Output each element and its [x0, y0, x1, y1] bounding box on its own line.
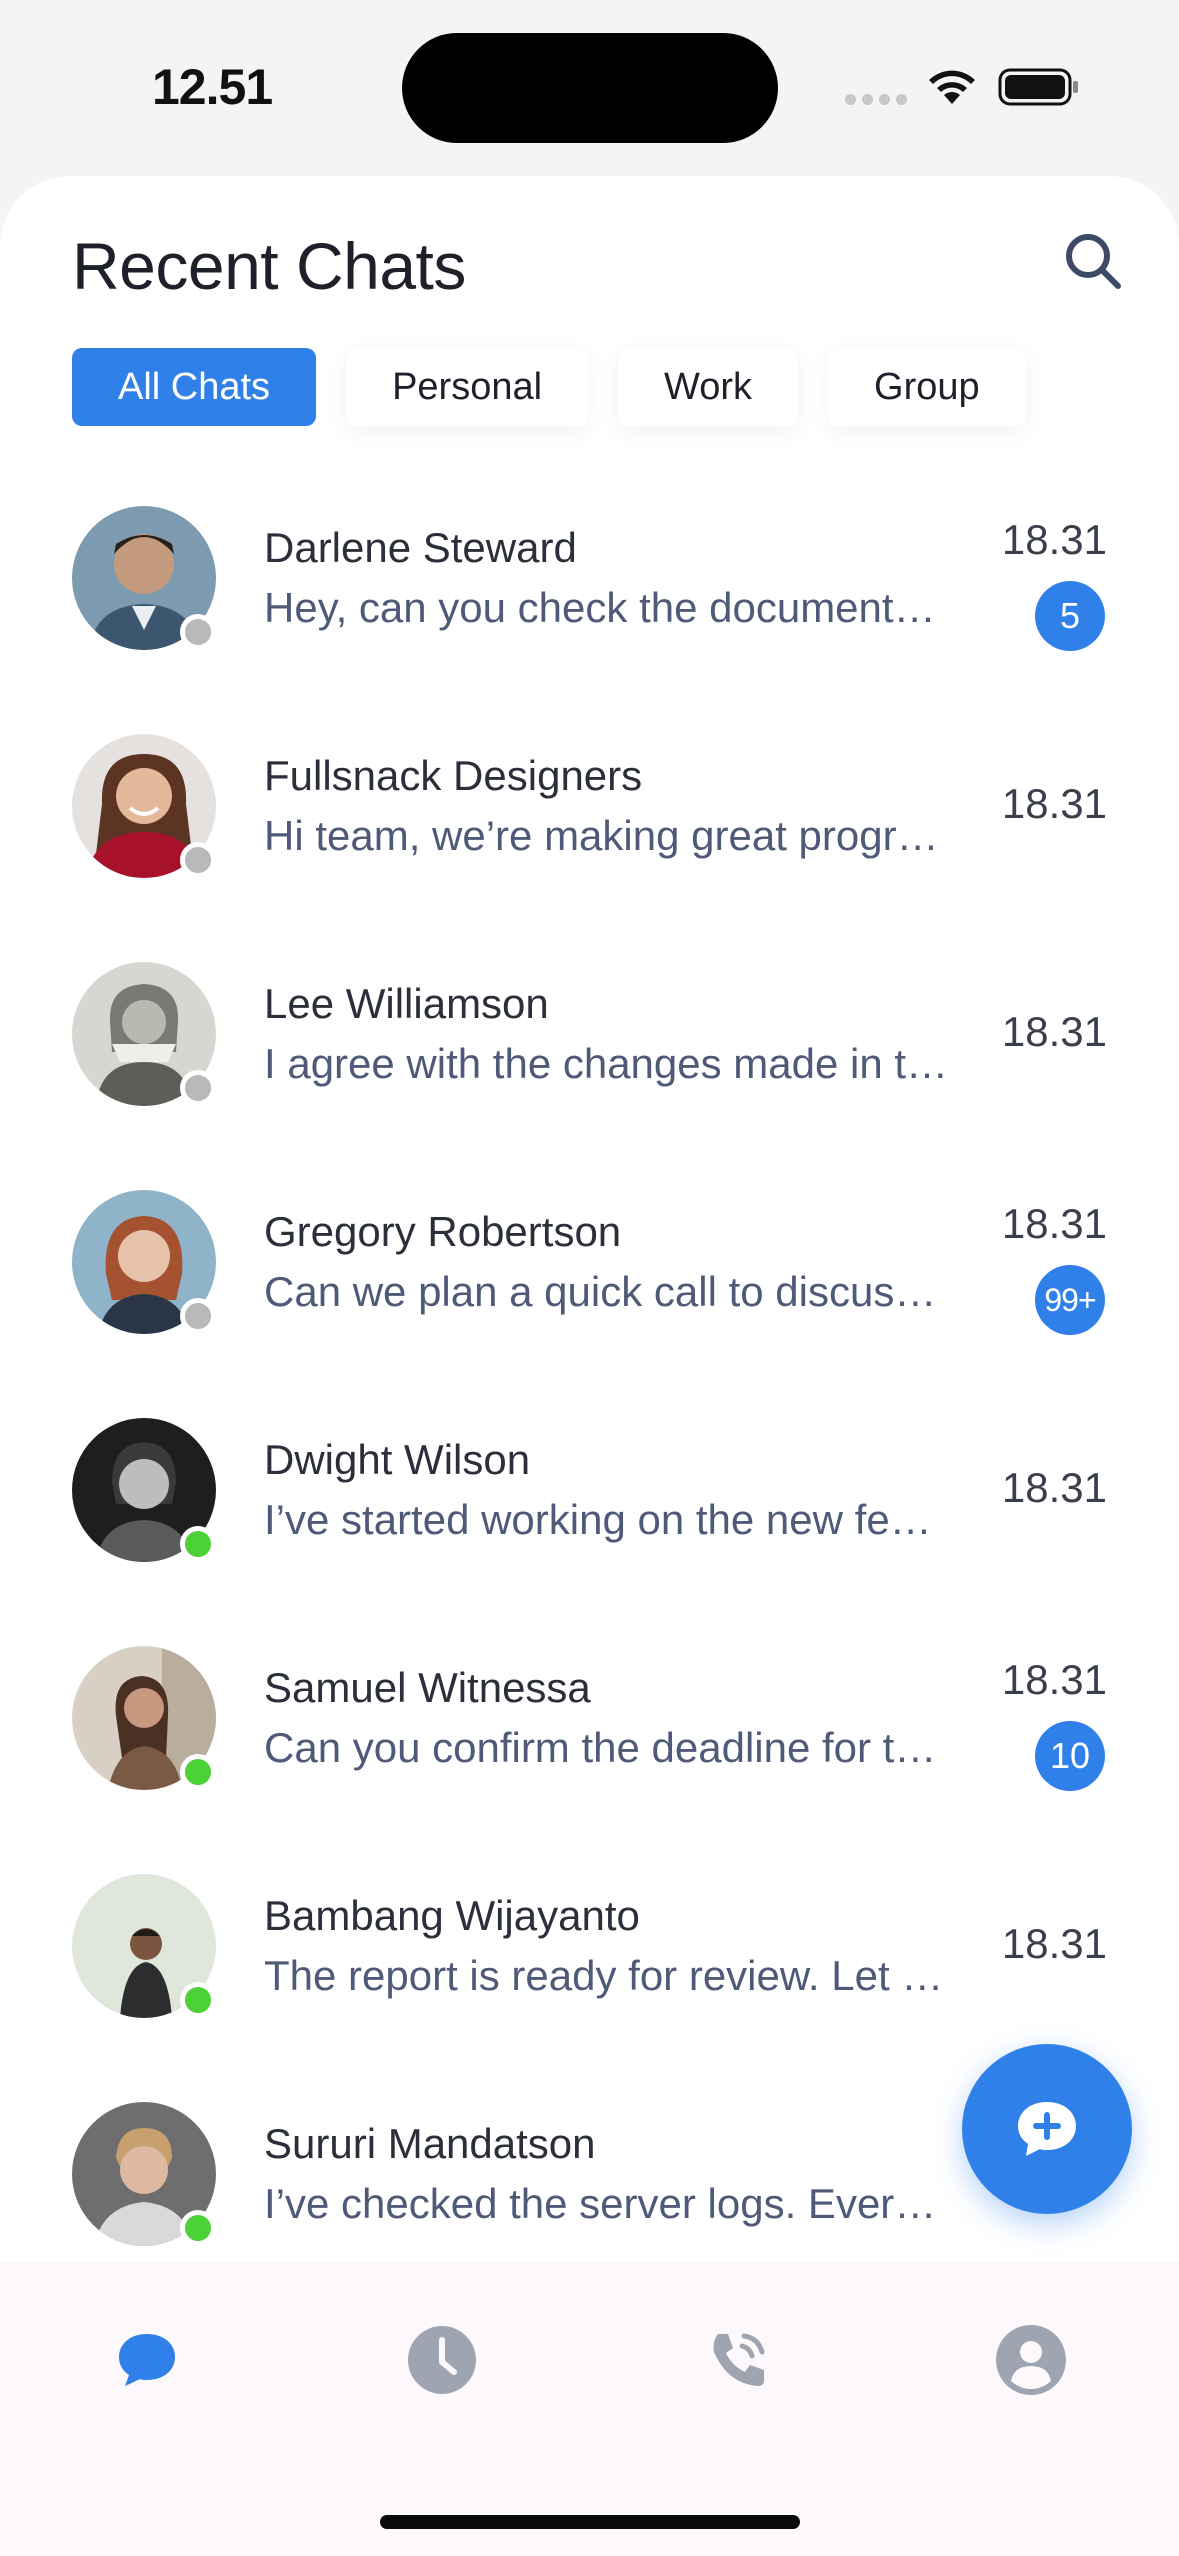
main-sheet: Recent Chats All Chats Personal Work Gro…: [0, 176, 1179, 2266]
bottom-navigation: [0, 2262, 1179, 2556]
new-chat-button[interactable]: [962, 2044, 1132, 2214]
message-preview: I’ve started working on the new fe…: [264, 1496, 932, 1543]
tab-group[interactable]: Group: [828, 348, 1026, 426]
cellular-signal-icon: [845, 94, 907, 105]
unread-badge: 99+: [1035, 1265, 1105, 1335]
message-time: 18.31: [1001, 1200, 1107, 1247]
status-bar: 12.51: [0, 0, 1179, 176]
offline-status-dot: [180, 842, 216, 878]
message-preview: Can you confirm the deadline for t…: [264, 1724, 937, 1771]
offline-status-dot: [180, 614, 216, 650]
chat-row[interactable]: Darlene Steward Hey, can you check the d…: [0, 506, 1179, 734]
contact-name: Bambang Wijayanto: [264, 1892, 640, 1939]
unread-badge: 10: [1035, 1721, 1105, 1791]
chat-filter-tabs: All Chats Personal Work Group: [72, 348, 1026, 426]
wifi-icon: [929, 70, 975, 104]
chat-row[interactable]: Lee Williamson I agree with the changes …: [0, 962, 1179, 1190]
nav-chats[interactable]: [107, 2320, 187, 2400]
chat-bubble-icon: [119, 2334, 175, 2386]
phone-call-icon: [713, 2333, 765, 2386]
contact-name: Samuel Witnessa: [264, 1664, 591, 1711]
contact-name: Dwight Wilson: [264, 1436, 531, 1483]
contact-name: Sururi Mandatson: [264, 2120, 596, 2167]
message-preview: Hey, can you check the document…: [264, 584, 936, 631]
contact-name: Darlene Steward: [264, 524, 577, 571]
message-time: 18.31: [1001, 1920, 1107, 1967]
page-title: Recent Chats: [72, 229, 466, 303]
message-time: 18.31: [1001, 516, 1107, 563]
online-status-dot: [180, 1526, 216, 1562]
message-time: 18.31: [1001, 1656, 1107, 1703]
nav-calls[interactable]: [698, 2320, 778, 2400]
message-time: 18.31: [1001, 1008, 1107, 1055]
unread-badge: 5: [1035, 581, 1105, 651]
chat-row[interactable]: Fullsnack Designers Hi team, we’re makin…: [0, 734, 1179, 962]
battery-icon: [998, 68, 1078, 106]
message-time: 18.31: [1001, 780, 1107, 827]
online-status-dot: [180, 1754, 216, 1790]
message-preview: The report is ready for review. Let …: [264, 1952, 944, 1999]
message-preview: I’ve checked the server logs. Ever…: [264, 2180, 937, 2227]
tab-personal[interactable]: Personal: [346, 348, 589, 426]
contact-name: Gregory Robertson: [264, 1208, 622, 1255]
clock-icon: [408, 2326, 476, 2394]
chat-list: Darlene Steward Hey, can you check the d…: [0, 506, 1179, 2266]
status-time: 12.51: [152, 59, 273, 115]
tab-work[interactable]: Work: [618, 348, 799, 426]
offline-status-dot: [180, 1070, 216, 1106]
message-preview: Hi team, we’re making great progr…: [264, 812, 939, 859]
message-preview: I agree with the changes made in t…: [264, 1040, 949, 1087]
nav-history[interactable]: [402, 2320, 482, 2400]
contact-name: Lee Williamson: [264, 980, 549, 1027]
chat-row[interactable]: Gregory Robertson Can we plan a quick ca…: [0, 1190, 1179, 1418]
message-preview: Can we plan a quick call to discus…: [264, 1268, 937, 1315]
home-indicator[interactable]: [380, 2515, 800, 2529]
nav-profile[interactable]: [991, 2320, 1071, 2400]
message-time: 18.31: [1001, 1464, 1107, 1511]
search-icon: [1066, 234, 1121, 289]
online-status-dot: [180, 1982, 216, 2018]
offline-status-dot: [180, 1298, 216, 1334]
tab-all-chats[interactable]: All Chats: [72, 348, 317, 426]
chat-row[interactable]: Samuel Witnessa Can you confirm the dead…: [0, 1646, 1179, 1874]
contact-name: Fullsnack Designers: [264, 752, 643, 799]
profile-icon: [996, 2325, 1066, 2395]
dynamic-island: [402, 33, 778, 143]
chat-row[interactable]: Dwight Wilson I’ve started working on th…: [0, 1418, 1179, 1646]
online-status-dot: [180, 2210, 216, 2246]
new-chat-icon: [1018, 2102, 1076, 2156]
search-button[interactable]: [1058, 226, 1128, 296]
